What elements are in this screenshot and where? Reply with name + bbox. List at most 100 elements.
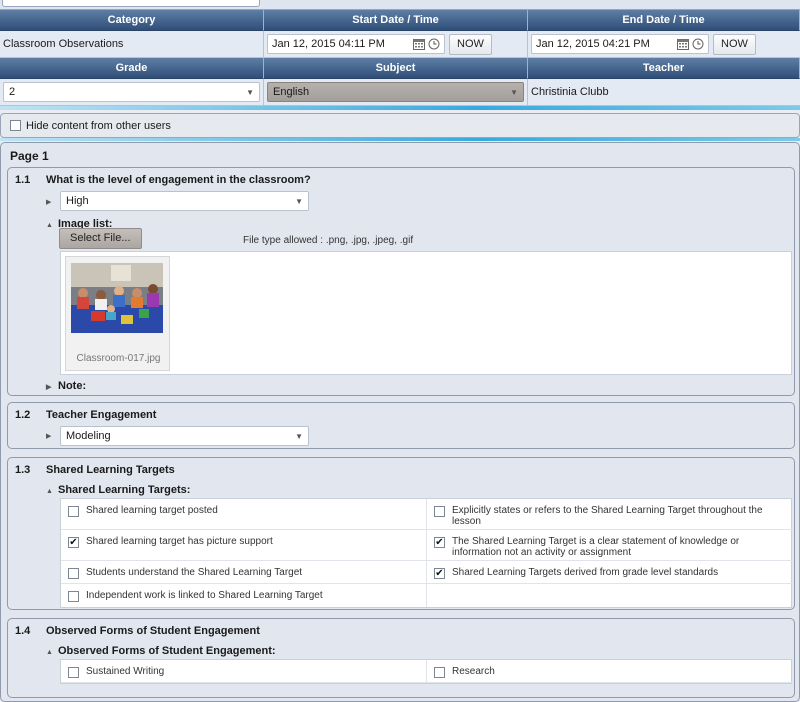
subject-header: Subject [264,58,528,79]
image-filename: Classroom-017.jpg [76,353,161,364]
shared-targets-checklist: Shared learning target posted Explicitly… [60,498,793,608]
start-now-button[interactable]: NOW [449,33,492,55]
top-strip [0,0,800,10]
observed-forms-subheader[interactable]: ▲ Observed Forms of Student Engagement: [46,645,276,657]
end-now-button[interactable]: NOW [713,33,756,55]
checklist-item[interactable]: Sustained Writing [61,660,427,683]
clock-icon[interactable] [428,38,440,50]
note-header[interactable]: ▶ Note: [46,380,86,392]
end-date-header: End Date / Time [528,10,800,31]
question-1-1: 1.1 What is the level of engagement in th… [7,167,795,396]
header-grid-row1: Category Start Date / Time End Date / Ti… [0,10,800,58]
grade-cell: 2 ▼ [0,79,264,106]
question-1-4: 1.4 Observed Forms of Student Engagement … [7,618,795,698]
checkbox-unchecked[interactable] [68,591,79,602]
chevron-down-icon: ▼ [510,87,518,97]
checklist-item[interactable]: Independent work is linked to Shared Lea… [61,584,427,607]
checklist-item-label: Sustained Writing [86,666,165,677]
checklist-item[interactable]: Students understand the Shared Learning … [61,561,427,584]
question-header: 1.3 Shared Learning Targets [15,464,175,476]
triangle-right-icon[interactable]: ▶ [46,432,58,440]
chevron-down-icon: ▼ [295,431,303,441]
checkbox-checked[interactable]: ✔ [68,537,79,548]
observed-forms-checklist: Sustained Writing Research [60,659,793,684]
checklist-item[interactable]: Shared learning target posted [61,499,427,530]
checklist-item[interactable]: ✔ Shared Learning Targets derived from gr… [427,561,793,584]
question-number: 1.4 [15,625,31,637]
chevron-down-icon: ▼ [246,87,254,97]
shared-targets-subheader[interactable]: ▲ Shared Learning Targets: [46,484,190,496]
engagement-value: High [66,195,89,207]
divider-band [0,138,800,141]
shared-targets-label: Shared Learning Targets: [58,484,191,496]
checkbox-checked[interactable]: ✔ [434,568,445,579]
page-panel: Page 1 1.1 What is the level of engagemen… [0,142,800,702]
checkbox-checked[interactable]: ✔ [434,537,445,548]
category-header: Category [0,10,264,31]
end-date-input[interactable]: Jan 12, 2015 04:21 PM [531,34,709,54]
checklist-item-label: Explicitly states or refers to the Share… [452,505,763,527]
checkbox-unchecked[interactable] [68,667,79,678]
checklist-empty-cell [427,584,793,607]
subject-select[interactable]: English ▼ [267,82,524,102]
checklist-item[interactable]: Research [427,660,793,683]
engagement-select[interactable]: High ▼ [60,191,309,211]
hide-content-label: Hide content from other users [26,119,171,132]
page-title: Page 1 [10,149,49,163]
checklist-item-label: Students understand the Shared Learning … [86,567,303,578]
checkbox-unchecked[interactable] [68,506,79,517]
question-header: 1.4 Observed Forms of Student Engagement [15,625,260,637]
category-cell: Classroom Observations [0,31,264,58]
note-label: Note: [58,380,87,392]
observed-forms-label: Observed Forms of Student Engagement: [58,645,276,657]
image-list-area: Classroom-017.jpg [60,251,792,375]
hide-content-bar: Hide content from other users [0,113,800,138]
clock-icon[interactable] [692,38,704,50]
category-value: Classroom Observations [3,38,124,50]
calendar-icon[interactable] [677,38,689,50]
checkbox-unchecked[interactable] [434,506,445,517]
teacher-value: Christinia Clubb [531,86,609,98]
triangle-down-icon: ▲ [46,488,53,495]
question-1-3: 1.3 Shared Learning Targets ▲ Shared Learn… [7,457,795,610]
checklist-item-label: Shared learning target posted [86,505,218,516]
grade-select[interactable]: 2 ▼ [3,82,260,102]
select-file-button[interactable]: Select File... [59,228,142,249]
top-input-stub[interactable] [2,0,260,7]
checkbox-unchecked[interactable] [68,568,79,579]
subject-cell: English ▼ [264,79,528,106]
checkbox-unchecked[interactable] [434,667,445,678]
classroom-photo [71,263,163,333]
checklist-item-label: The Shared Learning Target is a clear st… [452,536,740,558]
question-title: Observed Forms of Student Engagement [46,625,260,637]
question-1-2: 1.2 Teacher Engagement ▶ Modeling ▼ [7,402,795,449]
checklist-item[interactable]: ✔ Shared learning target has picture supp… [61,530,427,561]
start-date-input[interactable]: Jan 12, 2015 04:11 PM [267,34,445,54]
triangle-down-icon: ▲ [46,222,53,229]
end-date-cell: Jan 12, 2015 04:21 PM NOW [528,31,800,58]
start-date-cell: Jan 12, 2015 04:11 PM NOW [264,31,528,58]
calendar-icon[interactable] [413,38,425,50]
start-date-value: Jan 12, 2015 04:11 PM [272,38,385,50]
image-thumbnail-card[interactable]: Classroom-017.jpg [65,256,170,371]
question-number: 1.2 [15,409,31,421]
question-header: 1.2 Teacher Engagement [15,409,156,421]
question-title: Shared Learning Targets [46,464,175,476]
checklist-item-label: Independent work is linked to Shared Lea… [86,590,323,601]
question-header: 1.1 What is the level of engagement in th… [15,174,311,186]
checklist-item[interactable]: Explicitly states or refers to the Share… [427,499,793,530]
triangle-right-icon[interactable]: ▶ [46,198,58,206]
checklist-item[interactable]: ✔ The Shared Learning Target is a clear s… [427,530,793,561]
chevron-down-icon: ▼ [295,196,303,206]
file-type-note: File type allowed : .png, .jpg, .jpeg, .… [243,235,414,246]
start-date-header: Start Date / Time [264,10,528,31]
question-number: 1.3 [15,464,31,476]
triangle-right-icon: ▶ [46,384,52,391]
subject-value: English [273,86,310,98]
hide-content-checkbox[interactable] [10,120,21,131]
teacher-engagement-select[interactable]: Modeling ▼ [60,426,309,446]
checklist-item-label: Research [452,666,495,677]
question-number: 1.1 [15,174,31,186]
grade-value: 2 [9,86,16,98]
teacher-cell: Christinia Clubb [528,79,800,106]
